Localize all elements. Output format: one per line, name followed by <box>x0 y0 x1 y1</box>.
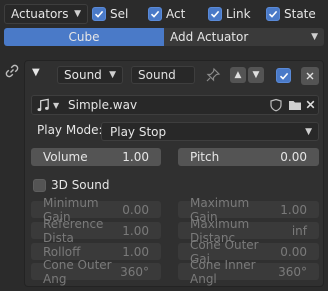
cone-outer-angle-field[interactable]: Cone Outer Ang 360° <box>31 258 161 286</box>
checkbox-icon <box>266 7 280 21</box>
actuators-type-label: Actuators <box>11 7 69 21</box>
pin-icon[interactable] <box>205 67 221 83</box>
remove-actuator-button[interactable] <box>301 67 319 85</box>
shield-icon[interactable] <box>269 98 283 112</box>
cone-inner-angle-field[interactable]: Cone Inner Angl 360° <box>178 258 319 286</box>
actuators-type-dropdown[interactable]: Actuators ▼ <box>4 4 88 24</box>
volume-value: 1.00 <box>122 150 149 164</box>
param-value: inf <box>291 223 307 238</box>
collapse-arrow-icon[interactable]: ▼ <box>32 67 44 79</box>
music-note-icon <box>37 98 49 111</box>
link-icon[interactable] <box>5 64 19 78</box>
object-tab-bar: Cube Add Actuator ▼ <box>4 28 324 46</box>
filter-act-label: Act <box>166 7 186 21</box>
param-value: 0.00 <box>122 202 149 217</box>
checkbox-icon <box>92 7 106 21</box>
add-actuator-button[interactable]: Add Actuator ▼ <box>164 28 324 46</box>
close-icon <box>306 100 315 109</box>
sound-browse-button[interactable]: ▼ <box>32 96 64 114</box>
filter-link-label: Link <box>226 7 251 21</box>
folder-icon[interactable] <box>288 99 302 111</box>
maximum-distance-field[interactable]: Maximum Distanc inf <box>178 217 319 245</box>
sound-actuator-panel: ▼ Sound ▼ Sound ▲ ▼ ▼ Simple.wav Play Mo… <box>24 60 324 287</box>
pitch-label: Pitch <box>190 150 220 164</box>
sound-3d-toggle[interactable]: 3D Sound <box>33 178 109 192</box>
actuator-name-input[interactable]: Sound <box>131 66 195 84</box>
minimum-gain-field[interactable]: Minimum Gain 0.00 <box>31 196 161 224</box>
param-label: Rolloff <box>43 244 81 259</box>
sound-file-name[interactable]: Simple.wav <box>68 98 137 112</box>
param-value: 360° <box>278 264 307 279</box>
param-label: Cone Outer Ang <box>43 257 112 286</box>
move-up-button[interactable]: ▲ <box>230 67 246 83</box>
play-mode-label: Play Mode: <box>37 123 103 137</box>
move-down-button[interactable]: ▼ <box>248 67 264 83</box>
close-icon <box>306 72 314 80</box>
chevron-down-icon: ▼ <box>74 9 81 19</box>
chevron-down-icon: ▼ <box>53 100 60 110</box>
checkbox-icon <box>148 7 162 21</box>
maximum-gain-field[interactable]: Maximum Gain 1.00 <box>178 196 319 224</box>
chevron-down-icon: ▼ <box>311 32 318 42</box>
param-label: Cone Inner Angl <box>190 257 256 286</box>
reference-distance-field[interactable]: Reference Dista 1.00 <box>31 217 161 245</box>
param-value: 360° <box>120 264 149 279</box>
filter-sel-label: Sel <box>110 7 129 21</box>
filter-link[interactable]: Link <box>208 7 251 21</box>
unlink-sound-button[interactable] <box>305 99 317 111</box>
pitch-slider[interactable]: Pitch 0.00 <box>178 148 319 166</box>
volume-slider[interactable]: Volume 1.00 <box>31 148 161 166</box>
tab-cube-label: Cube <box>68 30 100 44</box>
add-actuator-label: Add Actuator <box>170 30 249 44</box>
param-value: 1.00 <box>122 223 149 238</box>
filter-state[interactable]: State <box>266 7 316 21</box>
pitch-value: 0.00 <box>280 150 307 164</box>
actuator-type-dropdown[interactable]: Sound ▼ <box>57 66 123 84</box>
filter-state-label: State <box>284 7 316 21</box>
checkbox-icon <box>33 178 46 192</box>
actuator-name-value: Sound <box>138 68 176 82</box>
play-mode-value: Play Stop <box>110 124 167 139</box>
filter-sel[interactable]: Sel <box>92 7 128 21</box>
chevron-down-icon: ▼ <box>109 70 116 80</box>
checkbox-icon <box>208 7 222 21</box>
param-value: 1.00 <box>122 244 149 259</box>
actuator-type-label: Sound <box>64 68 102 82</box>
actuator-active-checkbox[interactable] <box>276 68 291 83</box>
filter-act[interactable]: Act <box>148 7 185 21</box>
param-label: Reference Dista <box>43 216 104 245</box>
volume-label: Volume <box>43 150 88 164</box>
param-value: 1.00 <box>280 202 307 217</box>
play-mode-dropdown[interactable]: Play Stop ▼ <box>101 122 319 141</box>
tab-cube[interactable]: Cube <box>4 28 164 46</box>
sound-3d-label: 3D Sound <box>51 178 110 192</box>
chevron-down-icon: ▼ <box>305 126 312 137</box>
param-value: 0.00 <box>280 244 307 259</box>
sound-datablock-row: ▼ Simple.wav <box>31 95 319 115</box>
